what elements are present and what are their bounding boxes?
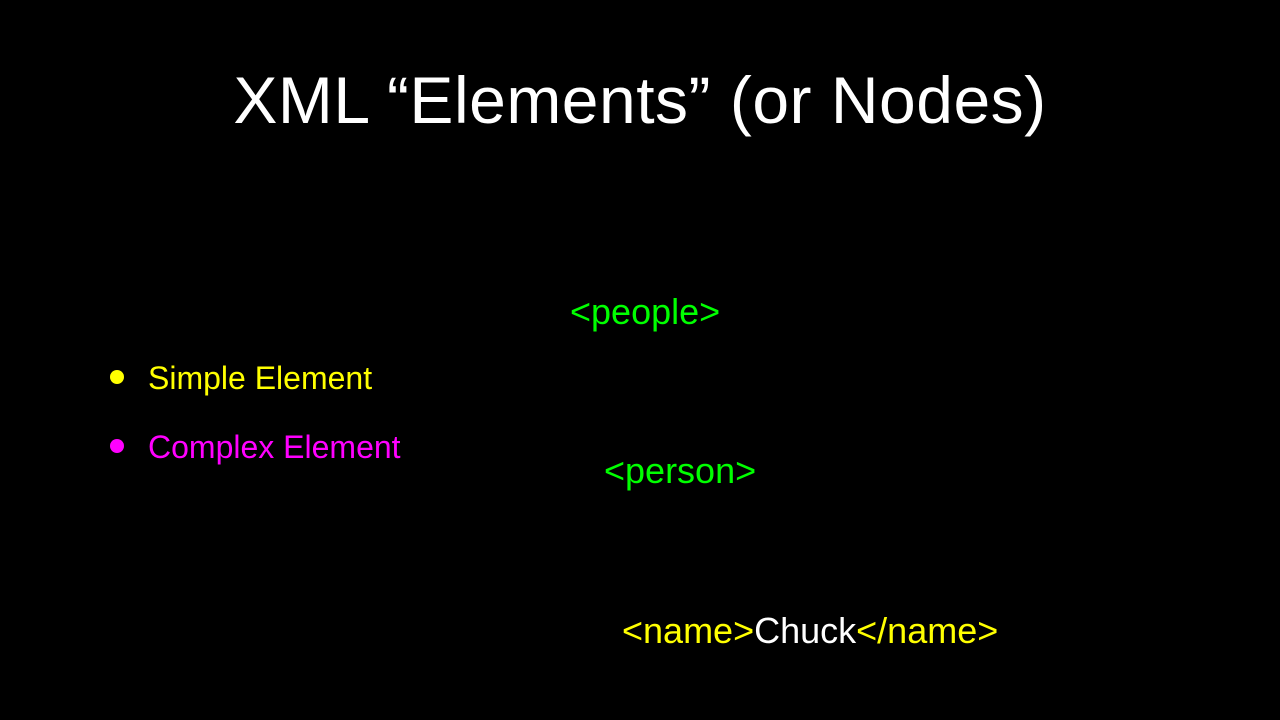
bullet-list: Simple Element Complex Element: [110, 360, 401, 498]
code-line: <people>: [570, 285, 1066, 338]
tag-value: Chuck: [754, 610, 856, 651]
bullet-dot-icon: [110, 439, 124, 453]
bullet-label: Simple Element: [148, 360, 372, 397]
slide: XML “Elements” (or Nodes) Simple Element…: [0, 0, 1280, 720]
xml-code-block: <people> <person> <name>Chuck</name> <ph…: [570, 178, 1066, 720]
code-line: <person>: [570, 444, 1066, 497]
tag-open: <name>: [622, 610, 754, 651]
code-line: <name>Chuck</name>: [570, 604, 1066, 657]
bullet-simple-element: Simple Element: [110, 360, 401, 397]
bullet-dot-icon: [110, 370, 124, 384]
bullet-label: Complex Element: [148, 429, 401, 466]
tag-close: </name>: [856, 610, 998, 651]
bullet-complex-element: Complex Element: [110, 429, 401, 466]
slide-title: XML “Elements” (or Nodes): [0, 62, 1280, 138]
